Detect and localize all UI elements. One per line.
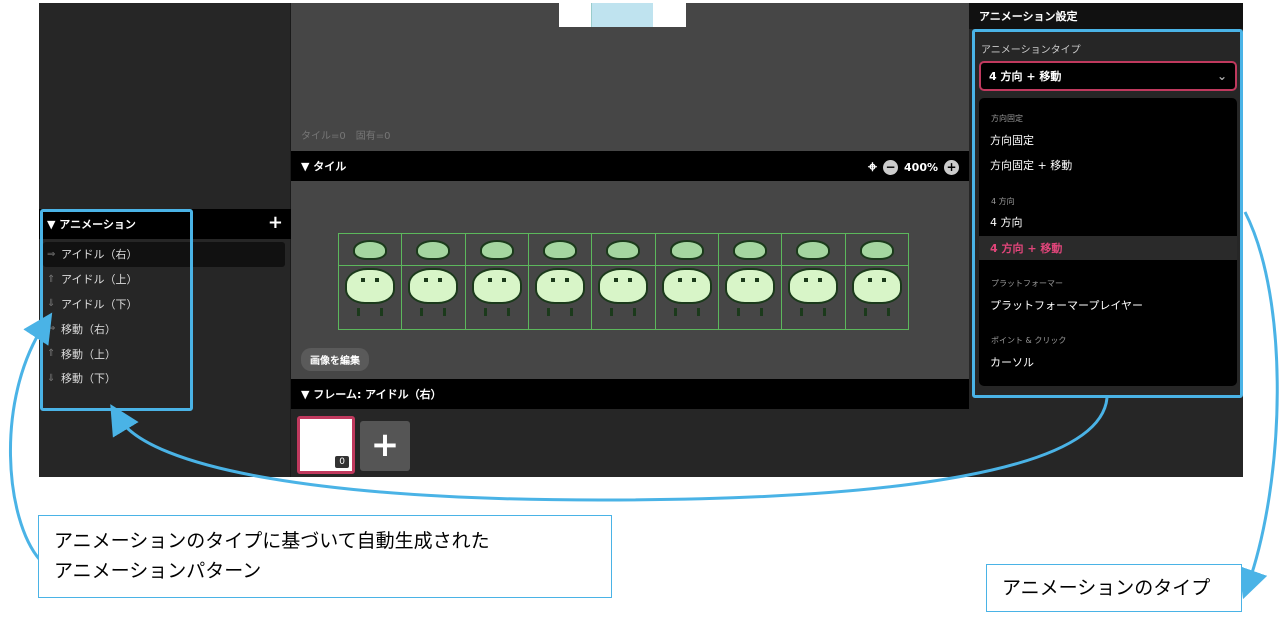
- callout-generated-patterns: アニメーションのタイプに基づいて自動生成された アニメーションパターン: [38, 515, 612, 598]
- callout-right-text: アニメーションのタイプ: [1002, 577, 1211, 599]
- callout-line-2: アニメーションパターン: [54, 560, 262, 582]
- callout-animation-type: アニメーションのタイプ: [986, 564, 1242, 612]
- callout-line-1: アニメーションのタイプに基づいて自動生成された: [54, 530, 490, 552]
- connector-arrow: [110, 397, 1109, 502]
- callout-arrow-right: [1238, 211, 1279, 600]
